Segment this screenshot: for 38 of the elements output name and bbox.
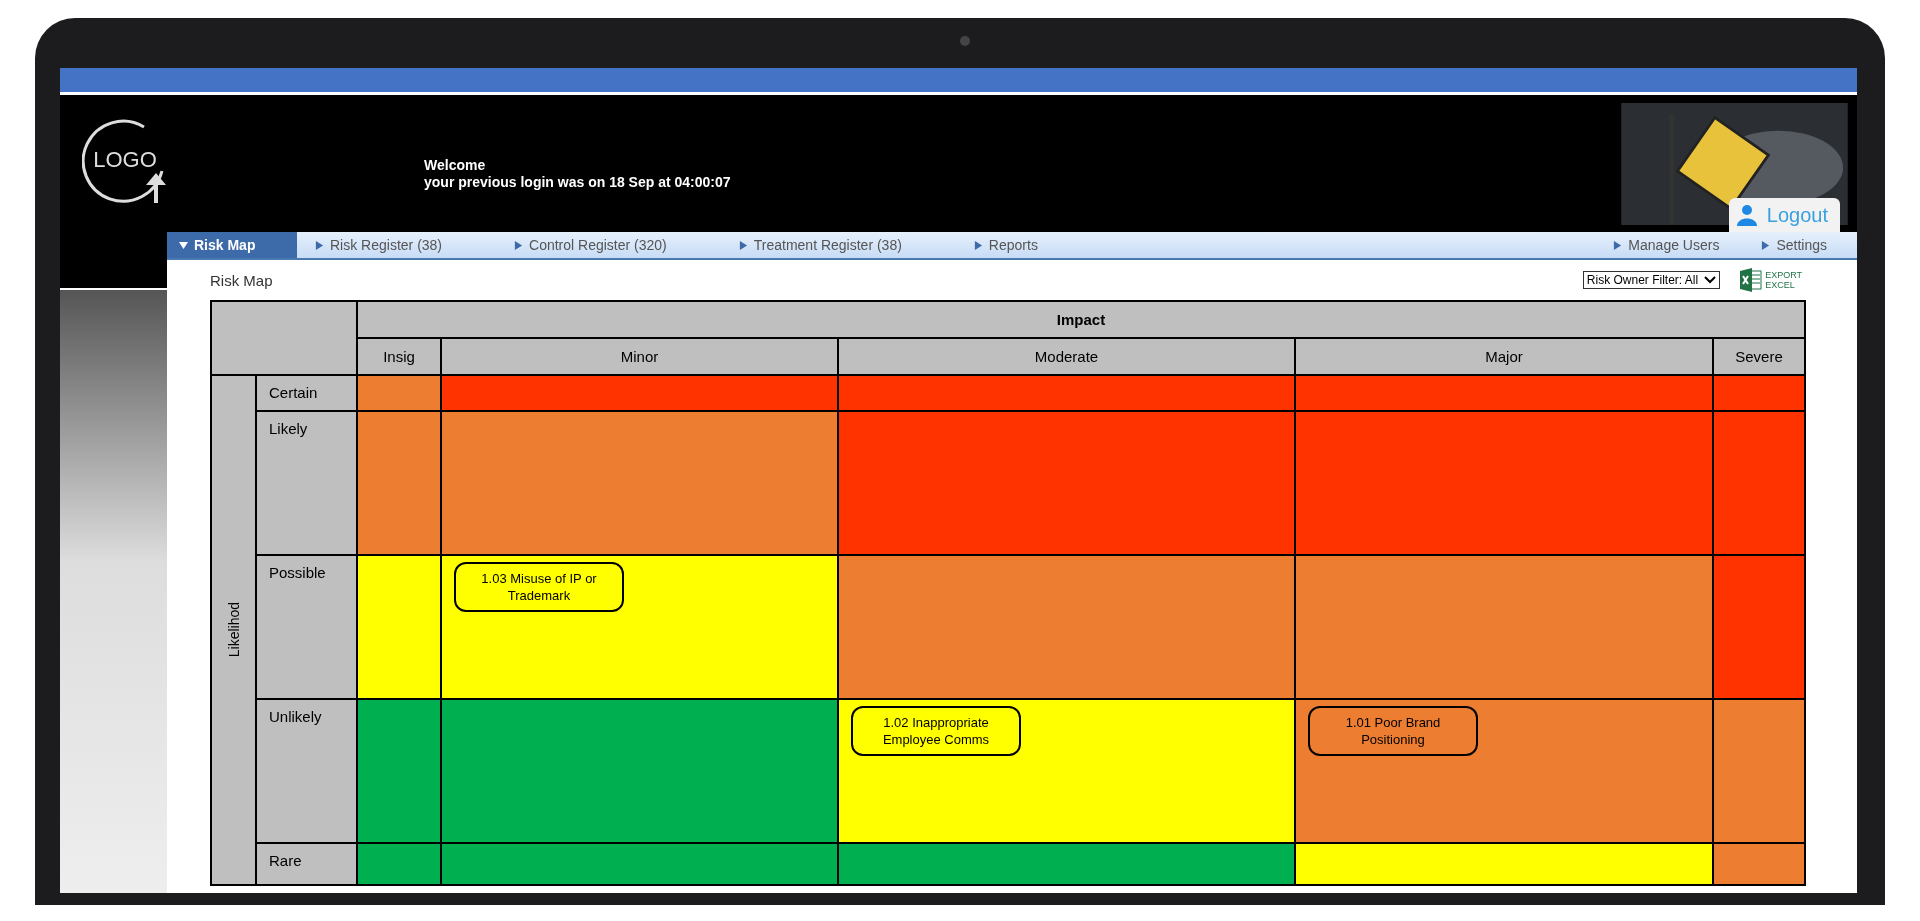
nav-tab[interactable]: Treatment Register (38) xyxy=(726,232,914,258)
column-header: Minor xyxy=(442,339,837,374)
caret-right-icon xyxy=(1613,240,1623,250)
logo: LOGO xyxy=(82,119,168,205)
caret-right-icon xyxy=(973,240,983,250)
caret-right-icon xyxy=(1761,240,1771,250)
caret-right-icon xyxy=(514,240,524,250)
likelihood-header: Likelihod xyxy=(212,376,255,884)
nav-tab[interactable]: Risk Register (38) xyxy=(303,232,455,258)
row-header: Certain xyxy=(257,376,356,410)
user-icon xyxy=(1736,204,1757,226)
impact-header: Impact xyxy=(358,302,1804,337)
column-header: Insig xyxy=(358,339,440,374)
risk-card[interactable]: 1.03 Misuse of IP or Trademark xyxy=(454,562,624,612)
nav-tab[interactable]: Control Register (320) xyxy=(502,232,679,258)
caret-right-icon xyxy=(315,240,324,250)
nav-tab[interactable]: Risk Map xyxy=(167,232,297,258)
welcome-message: Welcome your previous login was on 18 Sep at 04:00:07 xyxy=(424,157,731,192)
risk-card[interactable]: 1.01 Poor Brand Positioning xyxy=(1308,706,1478,756)
risk-owner-filter[interactable]: Risk Owner Filter: All xyxy=(1582,271,1721,289)
column-header: Severe xyxy=(1714,339,1804,374)
nav-tab[interactable]: Manage Users xyxy=(1601,232,1732,258)
nav-tab[interactable]: Reports xyxy=(961,232,1050,258)
export-excel-button[interactable]: EXPORT EXCEL xyxy=(1740,268,1802,292)
spreadsheet-icon xyxy=(1740,268,1763,292)
column-header: Moderate xyxy=(839,339,1294,374)
row-header: Unlikely xyxy=(257,700,356,842)
row-header: Possible xyxy=(257,556,356,698)
caret-right-icon xyxy=(738,240,748,250)
row-header: Rare xyxy=(257,844,356,884)
nav-tab[interactable]: Settings xyxy=(1749,232,1839,258)
risk-card[interactable]: 1.02 Inappropriate Employee Comms xyxy=(851,706,1021,756)
caret-down-icon xyxy=(179,240,188,250)
chevron-down-icon xyxy=(1704,276,1717,284)
page-title: Risk Map xyxy=(210,271,273,289)
row-header: Likely xyxy=(257,412,356,554)
column-header: Major xyxy=(1296,339,1712,374)
camera-dot xyxy=(960,36,970,46)
